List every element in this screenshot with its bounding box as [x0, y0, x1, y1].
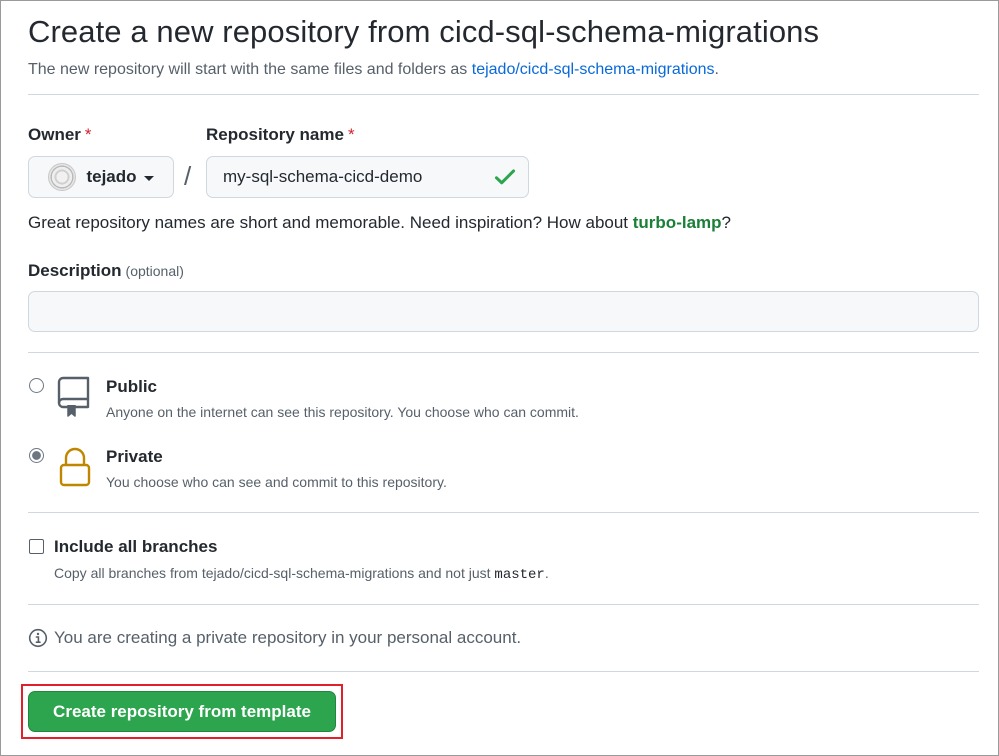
repository-name-value[interactable]: my-sql-schema-cicd-demo: [223, 167, 494, 187]
create-repository-button[interactable]: Create repository from template: [28, 691, 336, 732]
page-title: Create a new repository from cicd-sql-sc…: [28, 14, 820, 49]
owner-repo-separator: /: [184, 161, 192, 191]
private-title: Private: [106, 447, 163, 466]
divider: [28, 352, 979, 353]
branch-name-code: master: [494, 567, 545, 583]
include-branches-title: Include all branches: [54, 537, 218, 556]
repo-name-label-text: Repository name: [206, 125, 344, 144]
description-label: Description (optional): [28, 261, 184, 281]
owner-label-text: Owner: [28, 125, 81, 144]
repo-name-hint: Great repository names are short and mem…: [28, 213, 731, 233]
description-label-text: Description: [28, 261, 122, 280]
subtitle-suffix: .: [714, 61, 719, 78]
public-description: Anyone on the internet can see this repo…: [106, 404, 579, 420]
description-optional: (optional): [125, 263, 184, 279]
info-message: You are creating a private repository in…: [28, 628, 521, 648]
hint-suffix: ?: [721, 213, 732, 232]
private-description: You choose who can see and commit to thi…: [106, 474, 447, 490]
caret-down-icon: [143, 175, 154, 181]
branches-desc-prefix: Copy all branches from tejado/cicd-sql-s…: [54, 565, 495, 581]
info-text: You are creating a private repository in…: [54, 628, 522, 647]
repository-name-input[interactable]: my-sql-schema-cicd-demo: [206, 156, 529, 198]
description-input[interactable]: [28, 291, 979, 332]
info-icon: [28, 628, 48, 648]
owner-dropdown[interactable]: tejado: [28, 156, 174, 198]
include-branches-description: Copy all branches from tejado/cicd-sql-s…: [54, 565, 549, 583]
private-radio[interactable]: [29, 448, 44, 463]
divider: [28, 94, 979, 95]
subtitle-prefix: The new repository will start with the s…: [28, 61, 472, 78]
public-title: Public: [106, 377, 158, 396]
owner-name: tejado: [86, 167, 137, 186]
branches-desc-suffix: .: [544, 565, 549, 581]
owner-required-mark: *: [84, 125, 92, 144]
name-suggestion-link[interactable]: turbo-lamp: [633, 213, 722, 232]
check-icon: [494, 169, 516, 185]
divider: [28, 512, 979, 513]
repo-name-required-mark: *: [347, 125, 355, 144]
owner-label: Owner *: [28, 125, 92, 145]
lock-icon: [59, 447, 91, 487]
public-radio[interactable]: [29, 378, 44, 393]
include-branches-checkbox[interactable]: [29, 539, 44, 554]
repo-name-label: Repository name *: [206, 125, 355, 145]
divider: [28, 604, 979, 605]
page-subtitle: The new repository will start with the s…: [28, 61, 719, 79]
divider: [28, 671, 979, 672]
repo-icon: [57, 376, 90, 417]
template-repo-link[interactable]: tejado/cicd-sql-schema-migrations: [472, 61, 715, 78]
hint-prefix: Great repository names are short and mem…: [28, 213, 633, 232]
avatar: [48, 163, 77, 191]
